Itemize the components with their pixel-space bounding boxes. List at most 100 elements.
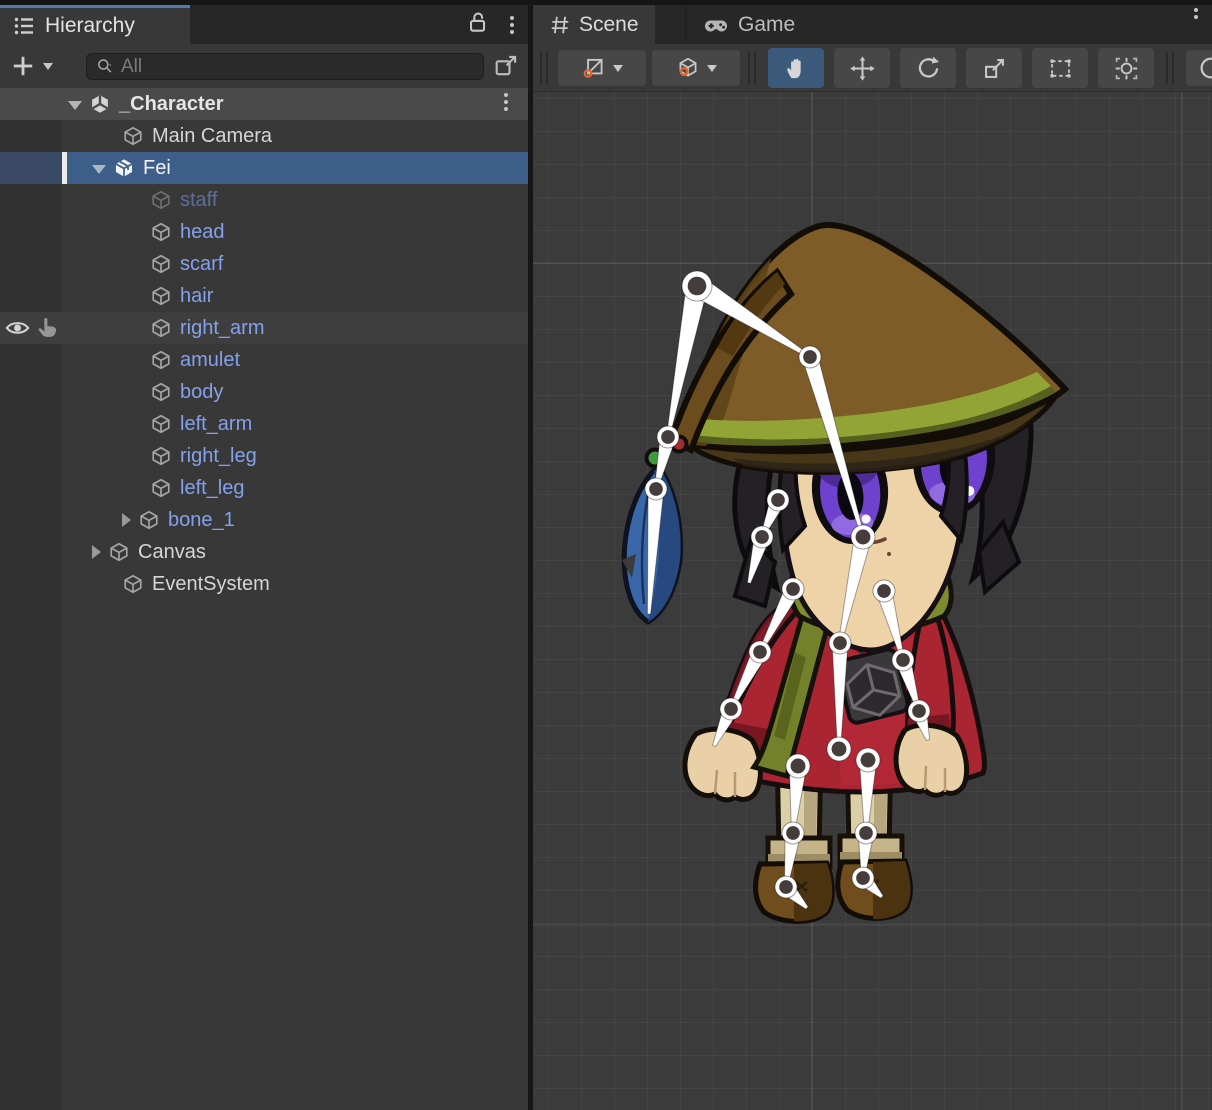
- search-picker-icon[interactable]: [492, 52, 520, 80]
- row-label: left_leg: [180, 477, 245, 500]
- row-label: amulet: [180, 349, 240, 372]
- row-left-arm[interactable]: left_arm: [0, 408, 528, 440]
- row-label: body: [180, 381, 223, 404]
- scene-viewport[interactable]: [533, 92, 1212, 1110]
- hierarchy-panel: Hierarchy: [0, 0, 528, 1110]
- search-icon: [95, 57, 115, 77]
- row-bone-1[interactable]: bone_1: [0, 504, 528, 536]
- move-tool-button[interactable]: [834, 48, 890, 88]
- prefab-cube-icon: [113, 157, 135, 179]
- scene-tabbar: Scene Game: [533, 0, 1212, 44]
- row-head[interactable]: head: [0, 216, 528, 248]
- toolbar-drag-handle[interactable]: [748, 52, 750, 84]
- row-label: EventSystem: [152, 573, 270, 596]
- snap-icon: [1191, 53, 1212, 83]
- unlock-icon[interactable]: [464, 9, 490, 35]
- move-tool-icon: [849, 55, 876, 82]
- row-scarf[interactable]: scarf: [0, 248, 528, 280]
- row-staff[interactable]: staff: [0, 184, 528, 216]
- cube-icon: [122, 125, 144, 147]
- eye-icon[interactable]: [4, 315, 31, 342]
- rect-tool-icon: [1047, 55, 1074, 82]
- row-fei-selected[interactable]: Fei: [0, 152, 528, 184]
- cube-icon: [138, 509, 160, 531]
- row-label: Canvas: [138, 541, 206, 564]
- cube-icon: [150, 413, 172, 435]
- cube-icon: [150, 381, 172, 403]
- rect-tool-button[interactable]: [1032, 48, 1088, 88]
- row-amulet[interactable]: amulet: [0, 344, 528, 376]
- dropdown-caret-icon: [707, 65, 717, 72]
- panel-divider[interactable]: [528, 0, 533, 1110]
- add-dropdown-caret-icon[interactable]: [43, 63, 53, 70]
- row-eventsystem[interactable]: EventSystem: [0, 568, 528, 600]
- hierarchy-list-icon: [12, 14, 36, 38]
- chevron-down-icon[interactable]: [68, 101, 82, 110]
- pick-finger-icon[interactable]: [34, 315, 61, 342]
- scene-toolbar: [533, 44, 1212, 92]
- toolbar-drag-handle[interactable]: [1166, 52, 1168, 84]
- transform-tool-icon: [1113, 55, 1140, 82]
- add-gameobject-button[interactable]: [10, 53, 36, 79]
- tool-handle-rotation-button[interactable]: [652, 50, 740, 86]
- row-label: bone_1: [168, 509, 235, 532]
- row-canvas[interactable]: Canvas: [0, 536, 528, 568]
- tool-handle-position-button[interactable]: [558, 50, 646, 86]
- row-label: right_arm: [180, 317, 264, 340]
- row-label: right_leg: [180, 445, 257, 468]
- row-left-leg[interactable]: left_leg: [0, 472, 528, 504]
- chevron-right-icon[interactable]: [122, 513, 131, 527]
- row-label: scarf: [180, 253, 223, 276]
- row-right-leg[interactable]: right_leg: [0, 440, 528, 472]
- pivot-tool-icon: [581, 55, 607, 81]
- cube-icon: [150, 253, 172, 275]
- chevron-down-icon[interactable]: [92, 165, 106, 174]
- scale-tool-button[interactable]: [966, 48, 1022, 88]
- gamepad-icon: [702, 13, 730, 37]
- tab-scene-label: Scene: [579, 13, 639, 37]
- row-label: Main Camera: [152, 125, 272, 148]
- row-right-arm[interactable]: right_arm: [0, 312, 528, 344]
- row-label: hair: [180, 285, 213, 308]
- scene-kebab-menu-icon[interactable]: [504, 93, 508, 97]
- rotate-tool-button[interactable]: [900, 48, 956, 88]
- row-body[interactable]: body: [0, 376, 528, 408]
- selection-edge-bar: [62, 152, 67, 184]
- cube-icon: [150, 445, 172, 467]
- cube-icon: [150, 317, 172, 339]
- tab-hierarchy[interactable]: Hierarchy: [0, 0, 190, 44]
- scene-render: [533, 92, 1212, 1110]
- hierarchy-toolbar: [0, 44, 528, 88]
- scene-panel: Scene Game: [533, 0, 1212, 1110]
- dropdown-caret-icon: [613, 65, 623, 72]
- scene-name-label: _Character: [119, 93, 224, 116]
- snap-settings-button-partial[interactable]: [1186, 50, 1212, 86]
- row-hair[interactable]: hair: [0, 280, 528, 312]
- tab-game-label: Game: [738, 13, 795, 37]
- tab-scene[interactable]: Scene: [533, 5, 655, 44]
- tab-hierarchy-label: Hierarchy: [45, 14, 135, 38]
- tab-game[interactable]: Game: [685, 5, 811, 44]
- cube-icon: [150, 221, 172, 243]
- search-input[interactable]: [121, 56, 475, 78]
- scene-header-row[interactable]: _Character: [0, 88, 528, 120]
- window-top-edge: [0, 0, 1212, 5]
- row-main-camera[interactable]: Main Camera: [0, 120, 528, 152]
- row-label: Fei: [143, 157, 171, 180]
- hierarchy-search-field[interactable]: [86, 53, 484, 80]
- row-label: left_arm: [180, 413, 252, 436]
- hierarchy-tabbar: Hierarchy: [0, 0, 528, 44]
- transform-tool-button[interactable]: [1098, 48, 1154, 88]
- cube-icon: [150, 285, 172, 307]
- scene-grid-icon: [549, 14, 571, 36]
- space-toggle-icon: [675, 55, 701, 81]
- toolbar-drag-handle[interactable]: [540, 52, 542, 84]
- chevron-right-icon[interactable]: [92, 545, 101, 559]
- hierarchy-kebab-menu-icon[interactable]: [510, 16, 514, 20]
- scale-tool-icon: [981, 55, 1008, 82]
- cube-icon: [150, 477, 172, 499]
- cube-icon: [122, 573, 144, 595]
- row-label: staff: [180, 189, 217, 212]
- hand-tool-button[interactable]: [768, 48, 824, 88]
- row-label: head: [180, 221, 225, 244]
